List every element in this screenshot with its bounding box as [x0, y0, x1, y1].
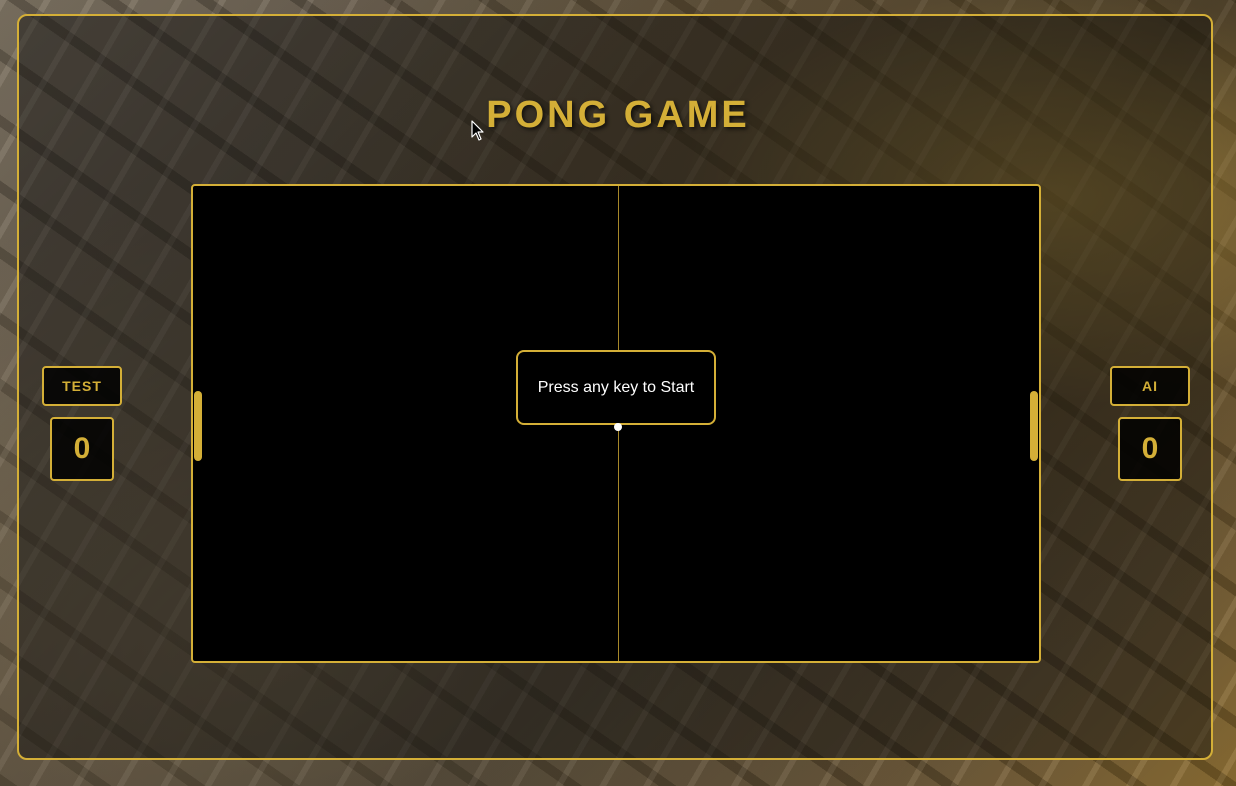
ball: [614, 423, 622, 431]
left-player-score: 0: [50, 417, 114, 481]
start-prompt-text: Press any key to Start: [537, 378, 695, 396]
left-player-name: TEST: [42, 366, 122, 406]
right-player-score: 0: [1118, 417, 1182, 481]
right-paddle: [1030, 391, 1038, 461]
start-prompt[interactable]: Press any key to Start: [516, 350, 716, 425]
right-player-name: AI: [1110, 366, 1190, 406]
game-field[interactable]: Press any key to Start: [191, 184, 1041, 663]
left-paddle: [194, 391, 202, 461]
mouse-pointer-icon: [471, 120, 484, 141]
game-title: PONG GAME: [486, 94, 750, 136]
